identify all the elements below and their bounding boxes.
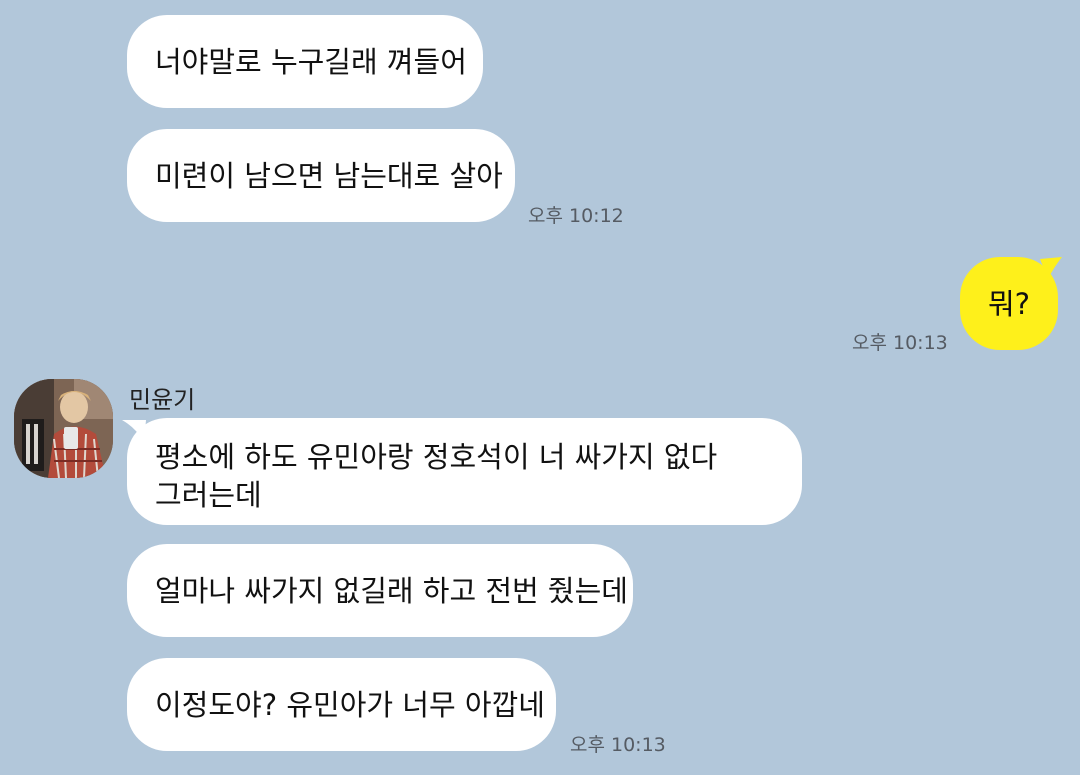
message-text: 뭐? bbox=[987, 286, 1031, 321]
message-bubble[interactable]: 평소에 하도 유민아랑 정호석이 너 싸가지 없다 그러는데 bbox=[127, 418, 802, 525]
message-text-line: 그러는데 bbox=[155, 478, 262, 512]
message-text-line: 평소에 하도 유민아랑 정호석이 너 싸가지 없다 bbox=[155, 440, 718, 474]
message-bubble[interactable]: 미련이 남으면 남는대로 살아 bbox=[127, 129, 515, 222]
message-timestamp: 오후 10:13 bbox=[852, 332, 948, 354]
message-bubble[interactable]: 얼마나 싸가지 없길래 하고 전번 줬는데 bbox=[127, 544, 633, 637]
my-bubble-tail bbox=[1040, 257, 1062, 279]
message-text: 이정도야? 유민아가 너무 아깝네 bbox=[155, 687, 545, 722]
message-bubble[interactable]: 너야말로 누구길래 껴들어 bbox=[127, 15, 483, 108]
profile-photo-image bbox=[14, 379, 113, 478]
message-text: 얼마나 싸가지 없길래 하고 전번 줬는데 bbox=[155, 573, 628, 608]
message-text: 너야말로 누구길래 껴들어 bbox=[155, 44, 467, 79]
message-text: 미련이 남으면 남는대로 살아 bbox=[155, 158, 503, 193]
profile-avatar[interactable] bbox=[14, 379, 113, 478]
message-timestamp: 오후 10:13 bbox=[570, 734, 666, 756]
sender-name: 민윤기 bbox=[129, 386, 196, 414]
message-timestamp: 오후 10:12 bbox=[528, 205, 624, 227]
message-bubble[interactable]: 이정도야? 유민아가 너무 아깝네 bbox=[127, 658, 556, 751]
